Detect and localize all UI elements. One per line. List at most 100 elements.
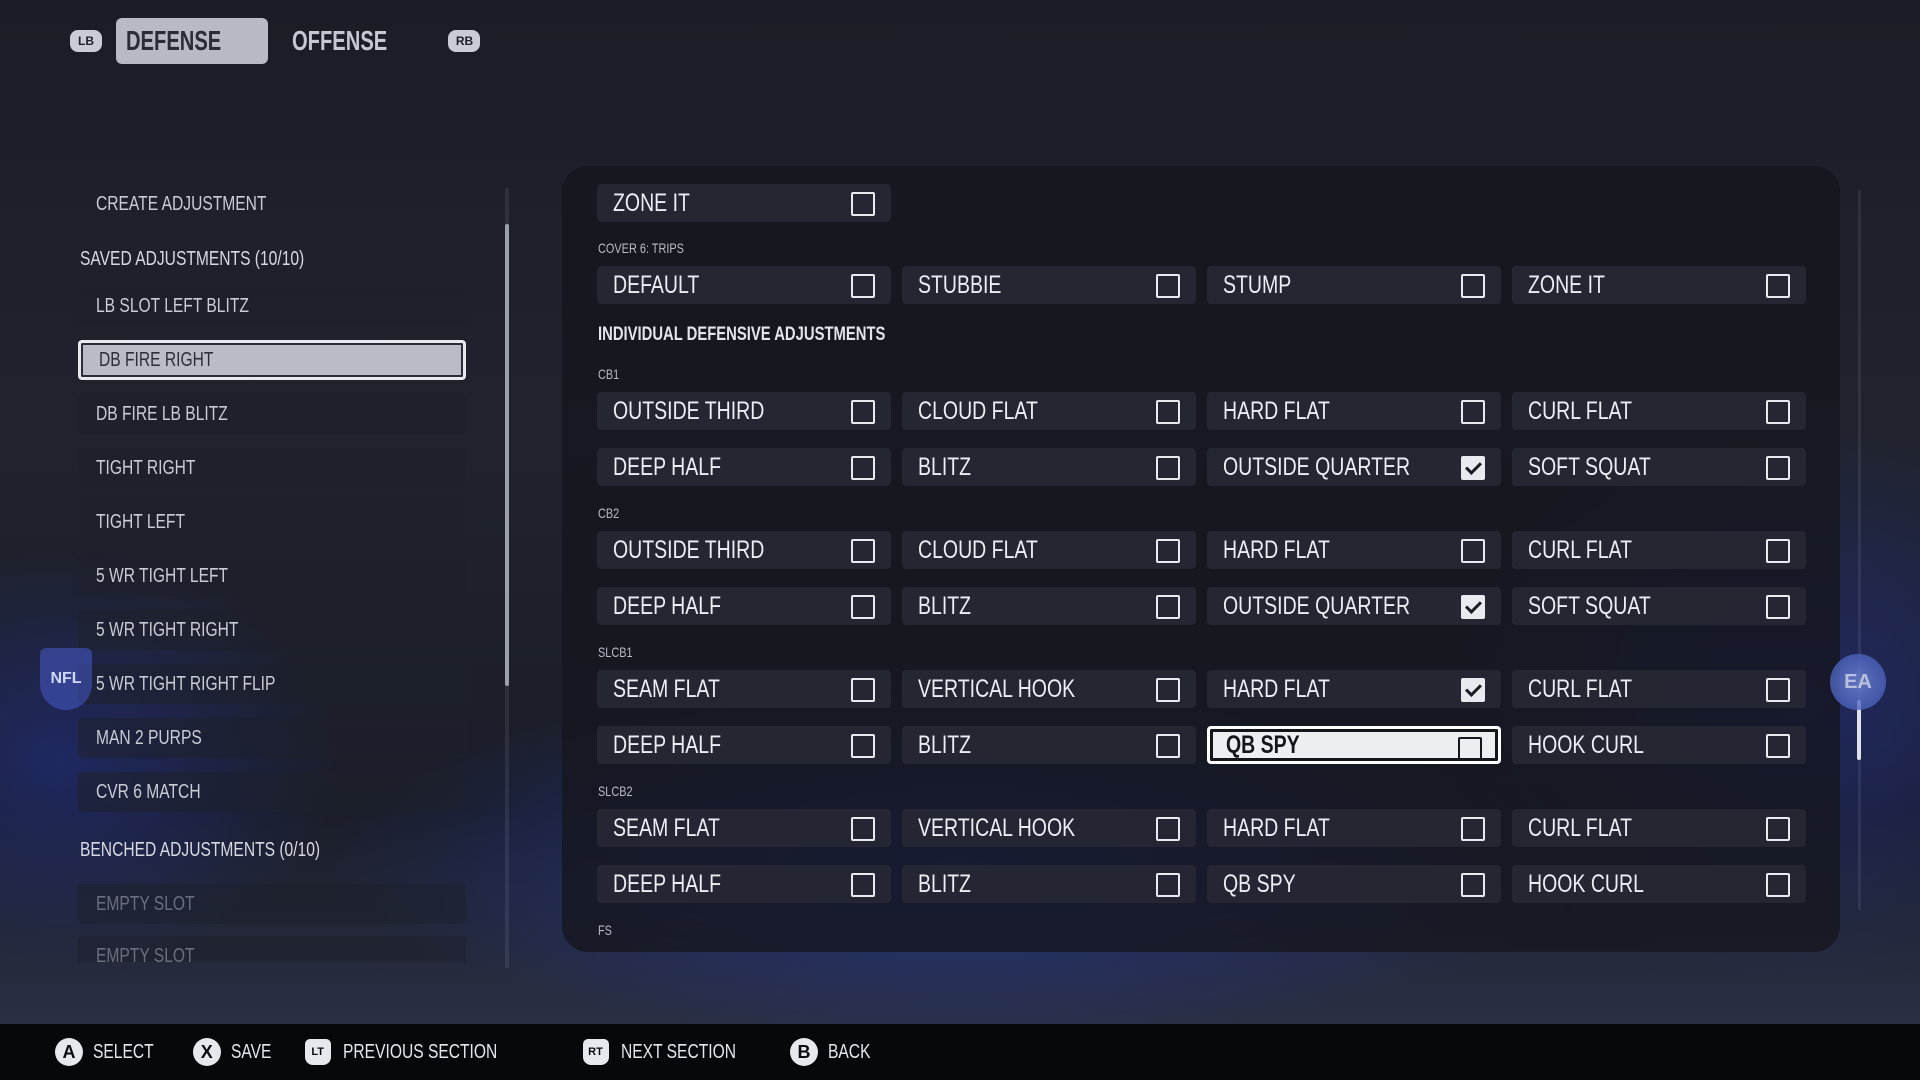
option-cell[interactable]: DEEP HALF bbox=[597, 726, 891, 764]
checkbox[interactable] bbox=[1156, 456, 1180, 480]
option-cell[interactable]: BLITZ bbox=[902, 865, 1196, 903]
option-cell-focused[interactable]: QB SPY bbox=[1207, 726, 1501, 764]
checkbox[interactable] bbox=[1156, 400, 1180, 424]
checkbox[interactable] bbox=[1766, 734, 1790, 758]
checkbox[interactable] bbox=[1156, 873, 1180, 897]
checkbox[interactable] bbox=[1461, 817, 1485, 841]
option-cell[interactable]: DEEP HALF bbox=[597, 448, 891, 486]
checkbox[interactable] bbox=[1458, 737, 1482, 761]
option-cell[interactable]: QB SPY bbox=[1207, 865, 1501, 903]
list-item[interactable]: TIGHT RIGHT bbox=[78, 448, 466, 488]
option-cell[interactable]: HARD FLAT bbox=[1207, 531, 1501, 569]
option-cell[interactable]: HOOK CURL bbox=[1512, 726, 1806, 764]
list-item-empty[interactable]: EMPTY SLOT bbox=[78, 884, 466, 924]
option-cell[interactable]: HOOK CURL bbox=[1512, 865, 1806, 903]
option-cell[interactable]: STUBBIE bbox=[902, 266, 1196, 304]
option-cell[interactable]: CURL FLAT bbox=[1512, 809, 1806, 847]
checkbox[interactable] bbox=[851, 400, 875, 424]
checkbox[interactable] bbox=[1766, 678, 1790, 702]
tab-offense[interactable]: OFFENSE bbox=[282, 18, 434, 64]
list-item[interactable]: LB SLOT LEFT BLITZ bbox=[78, 286, 466, 326]
option-cell[interactable]: CURL FLAT bbox=[1512, 392, 1806, 430]
section-label-text: SLCB1 bbox=[598, 644, 633, 660]
checkbox-checked[interactable] bbox=[1461, 595, 1485, 619]
checkbox-checked[interactable] bbox=[1461, 678, 1485, 702]
option-cell[interactable]: SEAM FLAT bbox=[597, 670, 891, 708]
list-item[interactable]: TIGHT LEFT bbox=[78, 502, 466, 542]
checkbox[interactable] bbox=[1766, 817, 1790, 841]
tab-defense[interactable]: DEFENSE bbox=[116, 18, 269, 64]
checkbox[interactable] bbox=[1766, 274, 1790, 298]
option-cell[interactable]: ZONE IT bbox=[597, 184, 891, 222]
checkbox[interactable] bbox=[1766, 539, 1790, 563]
hint-save[interactable]: X SAVE bbox=[192, 1038, 283, 1066]
option-cell[interactable]: OUTSIDE THIRD bbox=[597, 531, 891, 569]
checkbox[interactable] bbox=[1766, 595, 1790, 619]
left-scrollbar-thumb[interactable] bbox=[505, 224, 509, 686]
option-cell[interactable]: OUTSIDE QUARTER bbox=[1207, 448, 1501, 486]
checkbox[interactable] bbox=[1156, 817, 1180, 841]
option-cell[interactable]: SOFT SQUAT bbox=[1512, 587, 1806, 625]
option-cell[interactable]: SEAM FLAT bbox=[597, 809, 891, 847]
checkbox[interactable] bbox=[851, 873, 875, 897]
checkbox[interactable] bbox=[851, 678, 875, 702]
list-item[interactable]: CVR 6 MATCH bbox=[78, 772, 466, 812]
option-cell[interactable]: DEFAULT bbox=[597, 266, 891, 304]
checkbox[interactable] bbox=[851, 456, 875, 480]
option-cell[interactable]: VERTICAL HOOK bbox=[902, 809, 1196, 847]
checkbox[interactable] bbox=[851, 734, 875, 758]
option-cell[interactable]: BLITZ bbox=[902, 587, 1196, 625]
checkbox[interactable] bbox=[1156, 678, 1180, 702]
list-item-empty[interactable]: EMPTY SLOT bbox=[78, 936, 466, 962]
checkbox[interactable] bbox=[1461, 539, 1485, 563]
checkbox[interactable] bbox=[851, 595, 875, 619]
list-item[interactable]: 5 WR TIGHT RIGHT bbox=[78, 610, 466, 650]
list-item[interactable]: 5 WR TIGHT RIGHT FLIP bbox=[78, 664, 466, 704]
checkbox[interactable] bbox=[1156, 734, 1180, 758]
lb-bumper-icon[interactable]: LB bbox=[70, 30, 102, 52]
option-cell[interactable]: ZONE IT bbox=[1512, 266, 1806, 304]
create-adjustment-button[interactable]: CREATE ADJUSTMENT bbox=[78, 184, 466, 224]
option-cell[interactable]: HARD FLAT bbox=[1207, 670, 1501, 708]
option-cell[interactable]: DEEP HALF bbox=[597, 587, 891, 625]
checkbox[interactable] bbox=[1766, 400, 1790, 424]
option-cell[interactable]: HARD FLAT bbox=[1207, 809, 1501, 847]
checkbox[interactable] bbox=[1461, 873, 1485, 897]
list-item[interactable]: DB FIRE LB BLITZ bbox=[78, 394, 466, 434]
checkbox[interactable] bbox=[851, 817, 875, 841]
main-scrollbar-track[interactable] bbox=[1858, 190, 1861, 910]
checkbox[interactable] bbox=[1461, 400, 1485, 424]
checkbox[interactable] bbox=[1156, 595, 1180, 619]
checkbox[interactable] bbox=[851, 539, 875, 563]
option-cell[interactable]: BLITZ bbox=[902, 726, 1196, 764]
option-cell[interactable]: DEEP HALF bbox=[597, 865, 891, 903]
checkbox[interactable] bbox=[1156, 274, 1180, 298]
option-cell[interactable]: VERTICAL HOOK bbox=[902, 670, 1196, 708]
option-cell[interactable]: CURL FLAT bbox=[1512, 670, 1806, 708]
option-cell[interactable]: CURL FLAT bbox=[1512, 531, 1806, 569]
checkbox[interactable] bbox=[1766, 873, 1790, 897]
option-cell[interactable]: OUTSIDE QUARTER bbox=[1207, 587, 1501, 625]
checkbox[interactable] bbox=[1766, 456, 1790, 480]
option-cell[interactable]: SOFT SQUAT bbox=[1512, 448, 1806, 486]
hint-previous-section[interactable]: LT PREVIOUS SECTION bbox=[304, 1039, 541, 1065]
option-cell[interactable]: HARD FLAT bbox=[1207, 392, 1501, 430]
list-item-selected[interactable]: DB FIRE RIGHT bbox=[78, 340, 466, 380]
option-cell[interactable]: CLOUD FLAT bbox=[902, 392, 1196, 430]
hint-next-section[interactable]: RT NEXT SECTION bbox=[582, 1039, 768, 1065]
checkbox[interactable] bbox=[851, 192, 875, 216]
hint-select[interactable]: A SELECT bbox=[55, 1038, 171, 1066]
rb-bumper-icon[interactable]: RB bbox=[448, 30, 481, 52]
option-cell[interactable]: OUTSIDE THIRD bbox=[597, 392, 891, 430]
checkbox[interactable] bbox=[851, 274, 875, 298]
option-label: OUTSIDE THIRD bbox=[613, 396, 765, 425]
checkbox-checked[interactable] bbox=[1461, 456, 1485, 480]
hint-back[interactable]: B BACK bbox=[789, 1038, 882, 1066]
checkbox[interactable] bbox=[1461, 274, 1485, 298]
option-cell[interactable]: STUMP bbox=[1207, 266, 1501, 304]
option-cell[interactable]: CLOUD FLAT bbox=[902, 531, 1196, 569]
list-item[interactable]: 5 WR TIGHT LEFT bbox=[78, 556, 466, 596]
checkbox[interactable] bbox=[1156, 539, 1180, 563]
list-item[interactable]: MAN 2 PURPS bbox=[78, 718, 466, 758]
option-cell[interactable]: BLITZ bbox=[902, 448, 1196, 486]
